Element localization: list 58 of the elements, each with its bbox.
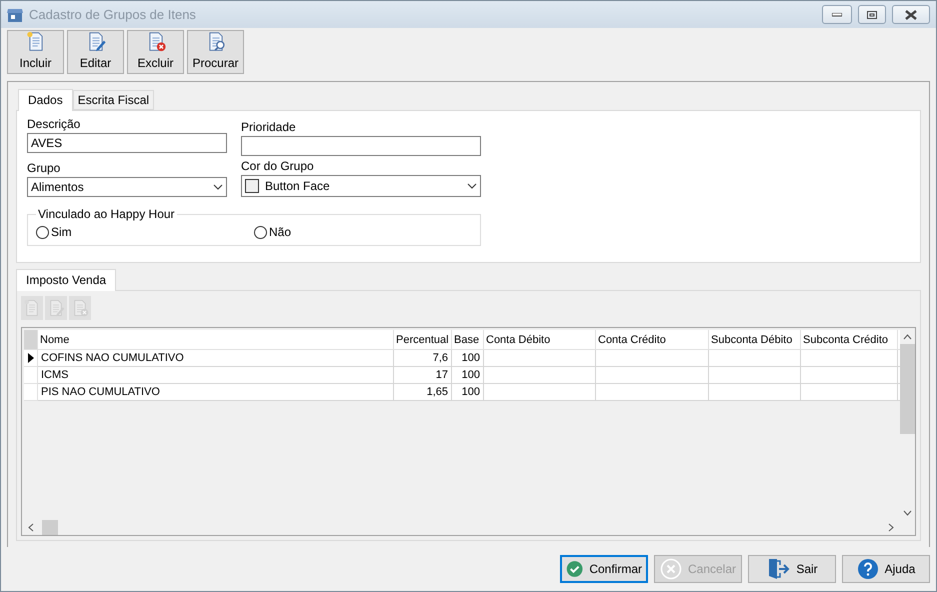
table-cell: 1,65 (394, 384, 452, 401)
color-dropdown[interactable]: Button Face (241, 175, 481, 197)
restore-icon (867, 10, 877, 18)
table-cell: 100 (452, 384, 484, 401)
current-row-icon (28, 353, 34, 363)
group-label: Vinculado ao Happy Hour (37, 207, 176, 221)
priority-field[interactable] (241, 136, 481, 156)
help-icon (856, 558, 879, 580)
field-label: Cor do Grupo (241, 159, 315, 173)
column-header[interactable]: Base (452, 330, 484, 350)
tab[interactable]: Escrita Fiscal (72, 90, 154, 110)
scrollbar-thumb[interactable] (42, 520, 58, 535)
close-icon (905, 10, 917, 20)
field-label: Grupo (27, 161, 62, 175)
column-header[interactable]: Subconta Débito (709, 330, 801, 350)
check-icon (566, 558, 584, 580)
radio-button[interactable] (254, 226, 267, 238)
exit-door-icon (766, 558, 790, 580)
toolbar-button[interactable]: Excluir (127, 30, 184, 74)
footer-button[interactable]: Confirmar (560, 555, 648, 583)
app-icon (7, 6, 23, 22)
group-dropdown[interactable]: Alimentos (27, 177, 227, 197)
column-header[interactable]: Conta Crédito (596, 330, 709, 350)
column-header[interactable]: Subconta Crédito (801, 330, 898, 350)
column-header[interactable]: Nome (38, 330, 394, 350)
radio-button[interactable] (36, 226, 49, 238)
description-field[interactable]: AVES (27, 133, 227, 153)
field-label: Prioridade (241, 120, 297, 134)
table-cell: 17 (394, 367, 452, 384)
chevron-down-icon (213, 184, 223, 190)
scrollbar-thumb[interactable] (900, 344, 915, 434)
table-cell: COFINS NAO CUMULATIVO (38, 350, 394, 367)
column-header[interactable]: Percentual (394, 330, 452, 350)
minimize-button[interactable] (822, 5, 852, 24)
close-icon (660, 558, 682, 580)
table-cell: 100 (452, 350, 484, 367)
radio-option[interactable]: Sim (36, 225, 254, 239)
table-cell: 100 (452, 367, 484, 384)
toolbar-button[interactable]: Procurar (187, 30, 244, 74)
tab[interactable]: Imposto Venda (16, 269, 116, 291)
table-cell: 7,6 (394, 350, 452, 367)
table-cell: ICMS (38, 367, 394, 384)
toolbar-button[interactable]: Editar (67, 30, 124, 74)
row-indicator[interactable] (24, 350, 38, 367)
radio-option[interactable]: Não (254, 225, 472, 239)
toolbar-button[interactable]: Incluir (7, 30, 64, 74)
field-label: Descrição (27, 117, 82, 131)
minimize-icon (832, 12, 842, 16)
chevron-down-icon (467, 183, 477, 189)
footer-button[interactable]: Ajuda (842, 555, 930, 583)
row-header (24, 330, 38, 350)
column-header[interactable]: Conta Débito (484, 330, 596, 350)
tab[interactable]: Dados (18, 89, 73, 111)
footer-button[interactable]: Sair (748, 555, 836, 583)
maximize-button[interactable] (858, 5, 886, 24)
window-title: Cadastro de Grupos de Itens (29, 7, 197, 22)
table-cell: PIS NAO CUMULATIVO (38, 384, 394, 401)
close-button[interactable] (892, 5, 930, 24)
